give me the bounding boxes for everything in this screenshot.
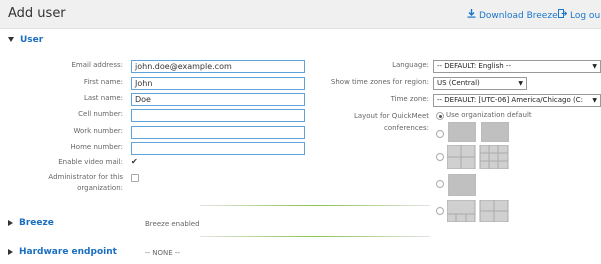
last-name-field[interactable]: Doe [131,93,305,106]
chevron-right-icon [8,219,13,226]
chevron-down-icon: ▼ [592,97,597,104]
chevron-down-icon [8,37,14,42]
timezone-select-value: -- DEFAULT: [UTC-06] America/Chicago (C: [437,96,583,104]
last-name-label: Last name: [83,94,123,102]
layout-option-3-radio[interactable] [436,180,444,188]
language-select[interactable]: -- DEFAULT: English -- ▼ [433,60,601,73]
layout-option-1-preview[interactable] [448,122,476,142]
layout-option-2-radio[interactable] [436,153,444,161]
hardware-status: -- NONE -- [145,249,180,257]
layout-option-4-radio[interactable] [436,207,444,215]
chevron-down-icon: ▼ [518,80,523,87]
section-divider [200,236,430,237]
admin-label-line1: Administrator for this [48,173,123,181]
chevron-right-icon [8,248,13,255]
layout-option-3-preview[interactable] [448,174,476,196]
logout-label: Log ou [570,11,601,21]
region-label: Show time zones for region: [330,78,429,86]
home-number-label: Home number: [70,143,123,151]
download-icon [467,9,476,21]
page-title: Add user [8,6,66,21]
layout-label-line1: Layout for QuickMeet [353,112,429,120]
admin-checkbox[interactable] [131,174,139,182]
region-select[interactable]: US (Central) ▼ [433,77,527,90]
home-number-field[interactable] [131,142,305,155]
layout-default-label: Use organization default [446,111,532,119]
breeze-section-title: Breeze [19,218,54,228]
hardware-section-title: Hardware endpoint [19,247,117,257]
breeze-section-toggle[interactable]: Breeze [8,218,54,228]
timezone-label: Time zone: [390,95,429,103]
download-breeze-label: Download Breeze [479,11,558,21]
hardware-section-toggle[interactable]: Hardware endpoint [8,247,117,257]
video-mail-label: Enable video mail: [58,158,123,166]
layout-label-line2: conferences: [384,124,429,132]
layout-default-radio[interactable] [436,112,444,120]
work-number-field[interactable] [131,126,305,139]
download-breeze-link[interactable]: Download Breeze [467,9,558,21]
logout-icon [558,9,568,21]
region-select-value: US (Central) [437,79,480,87]
breeze-status: Breeze enabled [145,220,200,228]
layout-option-1b-preview[interactable] [481,122,509,142]
cell-number-field[interactable] [131,109,305,122]
first-name-field[interactable]: John [131,77,305,90]
cell-number-label: Cell number: [78,110,123,118]
page-header: Add user Download Breeze Log ou [0,0,601,29]
user-section-toggle[interactable]: User [8,35,43,45]
layout-option-1-radio[interactable] [436,130,444,138]
admin-label-line2: organization: [77,184,123,192]
first-name-label: First name: [83,78,123,86]
layout-option-2-preview[interactable] [447,145,509,169]
layout-option-4-preview[interactable] [447,200,509,222]
work-number-label: Work number: [73,127,123,135]
chevron-down-icon: ▼ [592,63,597,70]
logout-link[interactable]: Log ou [558,9,600,21]
language-label: Language: [392,61,429,69]
email-field[interactable]: john.doe@example.com [131,60,305,73]
section-divider [200,205,430,206]
video-mail-checkbox[interactable]: ✔ [131,158,139,166]
user-section-title: User [20,35,44,45]
timezone-select[interactable]: -- DEFAULT: [UTC-06] America/Chicago (C:… [433,94,601,107]
email-label: Email address: [71,61,123,69]
language-select-value: -- DEFAULT: English -- [437,62,511,70]
